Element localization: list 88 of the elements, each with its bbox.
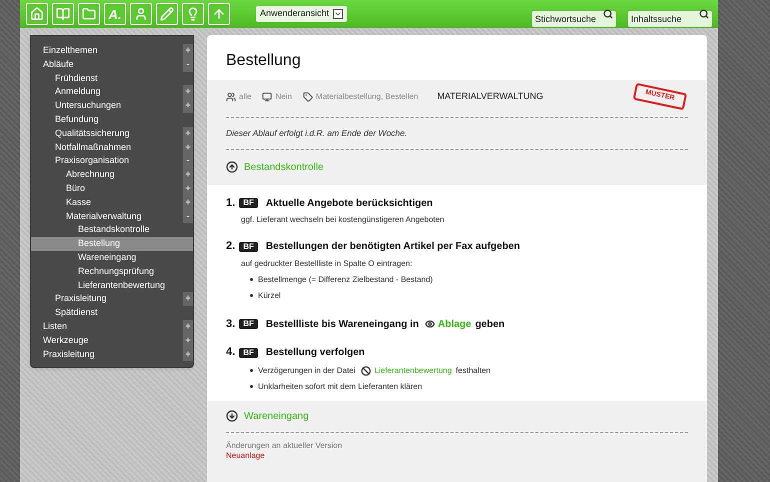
expand-toggle[interactable]: + xyxy=(183,348,193,362)
bullet-text: Unklarheiten sofort mit dem Lieferanten klären xyxy=(258,380,424,393)
eye-icon xyxy=(424,319,435,329)
sidebar-item[interactable]: Abrechnung xyxy=(31,168,183,182)
expand-toggle[interactable]: + xyxy=(183,292,193,306)
expand-toggle[interactable]: + xyxy=(183,196,193,210)
search-icon xyxy=(603,9,613,19)
people-icon xyxy=(226,92,236,102)
sidebar-item[interactable]: Werkzeuge xyxy=(31,334,183,348)
slash-circle-icon xyxy=(361,366,372,376)
step-badge: BF xyxy=(239,348,258,358)
step-text: ggf. Lieferant wechseln bei kostengünstigeren Angeboten xyxy=(240,214,446,226)
book-icon xyxy=(56,7,70,21)
sidebar-item[interactable]: Qualitätssicherung xyxy=(31,126,183,141)
tag-icon xyxy=(302,92,313,102)
sidebar-item[interactable]: Untersuchungen xyxy=(31,99,183,113)
step-badge: BF xyxy=(239,198,258,208)
bullet-text: Bestellmenge (= Differenz Zielbestand - Bestand) xyxy=(258,274,434,286)
sidebar-item[interactable]: Lieferantenbewertung xyxy=(31,278,193,292)
sidebar-item[interactable]: Materialverwaltung xyxy=(31,210,183,224)
step-title: Bestellliste bis Wareneingang in Ablage geben xyxy=(266,316,506,332)
sidebar-item[interactable]: Praxisleitung xyxy=(31,348,183,362)
step-badge: BF xyxy=(239,242,258,252)
expand-toggle[interactable]: + xyxy=(183,44,193,58)
toolbar-button[interactable] xyxy=(26,3,48,25)
step-number: 4. xyxy=(226,345,236,360)
sidebar-item[interactable]: Kasse xyxy=(31,196,183,210)
changes-heading: Änderungen an aktueller Version xyxy=(226,440,344,451)
step-title: Bestellungen der benötigten Artikel per Fax aufgeben xyxy=(266,240,521,254)
step-number: 3. xyxy=(226,316,236,332)
expand-toggle[interactable]: + xyxy=(183,140,193,154)
home-icon xyxy=(30,7,44,21)
expand-toggle[interactable]: + xyxy=(183,85,193,100)
toolbar-button[interactable] xyxy=(78,3,100,25)
sidebar-item[interactable]: Wareneingang xyxy=(31,250,193,265)
sidebar-item[interactable]: Befundung xyxy=(31,112,193,127)
sidebar-item[interactable]: Listen xyxy=(31,320,183,334)
meta-label: Nein xyxy=(275,91,292,103)
sidebar-item[interactable]: Notfallmaßnahmen xyxy=(31,140,183,154)
step-badge: BF xyxy=(239,319,258,329)
person-icon xyxy=(134,7,148,21)
expand-toggle[interactable]: - xyxy=(183,58,193,72)
caret-icon xyxy=(333,9,344,19)
bullet-text: Verzögerungen in der Datei Lieferantenbewertung festhalten xyxy=(258,364,492,377)
toolbar-button[interactable] xyxy=(130,3,152,25)
sidebar-item[interactable]: Anmeldung xyxy=(31,85,183,100)
expand-toggle[interactable]: - xyxy=(183,210,193,224)
toolbar-button[interactable] xyxy=(208,3,230,25)
sidebar-item[interactable]: Spätdienst xyxy=(31,306,193,320)
toolbar-button[interactable] xyxy=(182,3,204,25)
expand-toggle[interactable]: + xyxy=(183,334,193,348)
sidebar-item[interactable]: Abläufe xyxy=(31,58,183,72)
bullet-text: Kürzel xyxy=(258,290,282,302)
toolbar-button[interactable] xyxy=(156,3,178,25)
lightbulb-icon xyxy=(186,7,200,21)
search-field[interactable]: Stichwortsuche xyxy=(532,11,616,27)
pencil-icon xyxy=(160,7,174,21)
expand-toggle[interactable]: - xyxy=(183,154,193,168)
changes-entry: Neuanlage xyxy=(226,450,266,461)
step-title: Bestellung verfolgen xyxy=(266,346,366,360)
search-icon xyxy=(699,9,709,19)
step-text: auf gedruckter Bestellliste in Spalte O eintragen: xyxy=(240,258,414,270)
sidebar-item[interactable]: Frühdienst xyxy=(31,72,193,86)
expand-toggle[interactable]: + xyxy=(183,320,193,334)
expand-toggle[interactable]: + xyxy=(183,168,193,182)
toolbar-button[interactable] xyxy=(52,3,74,25)
step-number: 2. xyxy=(226,239,236,254)
expand-toggle[interactable]: + xyxy=(183,99,193,113)
sidebar-item[interactable]: Praxisorganisation xyxy=(31,154,183,168)
meta-label: Materialbestellung, Bestellen xyxy=(316,91,418,103)
category-label: MATERIALVERWALTUNG xyxy=(437,90,544,104)
dropdown-value: Anwenderansicht xyxy=(260,7,330,20)
expand-toggle[interactable]: + xyxy=(183,182,193,196)
sidebar-item[interactable]: Rechnungsprüfung xyxy=(31,264,193,279)
step-title: Aktuelle Angebote berücksichtigen xyxy=(266,196,434,210)
view-dropdown[interactable]: Anwenderansicht xyxy=(256,6,348,22)
step-number: 1. xyxy=(226,196,236,211)
search-field[interactable]: Inhaltssuche xyxy=(628,11,712,27)
folder-icon xyxy=(82,7,96,21)
sidebar-item[interactable]: Büro xyxy=(31,182,183,196)
note-text: Dieser Ablauf erfolgt i.d.R. am Ende der Woche. xyxy=(226,127,408,140)
sidebar-item[interactable]: Einzelthemen xyxy=(31,44,183,58)
monitor-icon xyxy=(262,92,272,102)
meta-label: alle xyxy=(239,91,252,103)
sidebar-item[interactable]: Bestandskontrolle xyxy=(31,223,193,238)
sidebar-item[interactable]: Praxisleitung xyxy=(31,292,183,306)
page-title: Bestellung xyxy=(225,51,302,71)
expand-toggle[interactable]: + xyxy=(183,126,193,141)
